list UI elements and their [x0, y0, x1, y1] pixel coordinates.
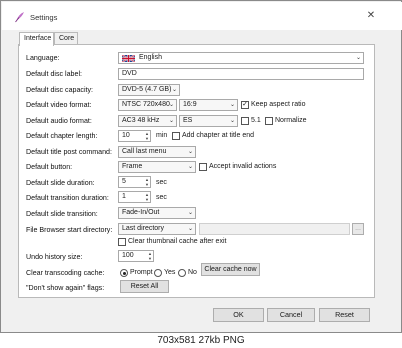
close-icon[interactable]: ✕: [364, 9, 378, 23]
audio-format-label: Default audio format:: [26, 117, 92, 125]
file-browser-path-input: [199, 223, 350, 235]
slide-duration-spinner[interactable]: 5 ▲ ▼: [118, 176, 151, 188]
language-value: English: [139, 54, 162, 61]
default-button-select[interactable]: Frame ⌄: [118, 161, 196, 173]
tab-interface[interactable]: Interface: [19, 32, 54, 46]
undo-history-value: 100: [122, 252, 134, 259]
title-post-command-label: Default title post command:: [26, 148, 112, 156]
yes-radio[interactable]: [154, 269, 162, 277]
slide-duration-unit: sec: [156, 179, 167, 186]
audio-language-select[interactable]: ES ⌄: [179, 115, 238, 127]
reset-all-button[interactable]: Reset All: [120, 280, 169, 293]
undo-history-label: Undo history size:: [26, 253, 83, 261]
chapter-length-label: Default chapter length:: [26, 132, 98, 140]
app-feather-icon: [15, 12, 24, 23]
undo-history-spinner[interactable]: 100 ▲ ▼: [118, 250, 154, 262]
file-browser-label: File Browser start directory:: [26, 226, 113, 234]
title-post-command-select[interactable]: Call last menu ⌄: [118, 146, 196, 158]
image-size-caption: 703x581 27kb PNG: [0, 333, 402, 348]
disc-label-label: Default disc label:: [26, 70, 82, 78]
spin-down-icon[interactable]: ▼: [145, 182, 149, 187]
title-bar: Settings ✕: [2, 2, 402, 30]
aspect-ratio-select[interactable]: 16:9 ⌄: [179, 99, 238, 111]
slide-transition-label: Default slide transition:: [26, 210, 98, 218]
default-button-value: Frame: [122, 163, 143, 170]
disc-label-input[interactable]: DVD: [118, 68, 364, 80]
chevron-down-icon: ⌄: [229, 102, 235, 108]
spin-down-icon[interactable]: ▼: [145, 136, 149, 141]
uk-flag-icon: [122, 55, 135, 62]
file-browser-select[interactable]: Last directory ⌄: [118, 223, 196, 235]
no-radio[interactable]: [178, 269, 186, 277]
chevron-down-icon: ⌄: [229, 118, 235, 124]
normalize-checkbox[interactable]: [265, 117, 273, 125]
chevron-down-icon: ⌄: [187, 149, 193, 155]
transition-duration-label: Default transition duration:: [26, 194, 109, 202]
slide-duration-label: Default slide duration:: [26, 179, 95, 187]
video-format-label: Default video format:: [26, 101, 92, 109]
add-chapter-checkbox[interactable]: [172, 132, 180, 140]
slide-duration-value: 5: [122, 178, 126, 185]
default-button-label: Default button:: [26, 163, 73, 171]
video-format-select[interactable]: NTSC 720x480 ⌄: [118, 99, 177, 111]
language-label: Language:: [26, 54, 60, 62]
window-title: Settings: [30, 13, 58, 22]
prompt-radio[interactable]: [120, 269, 128, 277]
cancel-button[interactable]: Cancel: [267, 308, 315, 322]
keep-aspect-label: Keep aspect ratio: [251, 101, 306, 108]
ok-button[interactable]: OK: [213, 308, 264, 322]
dont-show-again-label: "Don't show again" flags:: [26, 284, 105, 292]
surround-label: 5.1: [251, 117, 261, 124]
reset-button[interactable]: Reset: [319, 308, 370, 322]
chapter-length-spinner[interactable]: 10 ▲ ▼: [118, 130, 151, 142]
disc-capacity-label: Default disc capacity:: [26, 86, 94, 94]
transition-duration-value: 1: [122, 193, 126, 200]
transition-duration-spinner[interactable]: 1 ▲ ▼: [118, 191, 151, 203]
audio-format-value: AC3 48 kHz: [122, 117, 160, 124]
accept-invalid-label: Accept invalid actions: [209, 163, 277, 170]
language-select[interactable]: English ⌄: [118, 52, 364, 64]
file-browser-value: Last directory: [122, 225, 165, 232]
video-format-value: NTSC 720x480: [122, 101, 170, 108]
add-chapter-label: Add chapter at title end: [182, 132, 254, 139]
settings-window: Settings ✕ Interface Core Language: Engl…: [0, 0, 402, 333]
clear-cache-now-button[interactable]: Clear cache now: [201, 263, 260, 276]
aspect-ratio-value: 16:9: [183, 101, 197, 108]
chevron-down-icon: ⌄: [187, 210, 193, 216]
chapter-length-unit: min: [156, 132, 168, 139]
no-radio-label: No: [188, 269, 197, 276]
chevron-down-icon: ⌄: [168, 118, 174, 124]
disc-capacity-value: DVD-5 (4.7 GB): [122, 86, 172, 93]
keep-aspect-checkbox[interactable]: ✓: [241, 101, 249, 109]
spin-down-icon[interactable]: ▼: [148, 256, 152, 261]
chevron-down-icon: ⌄: [187, 164, 193, 170]
prompt-radio-label: Prompt: [130, 269, 153, 276]
chevron-down-icon: ⌄: [355, 55, 361, 61]
transition-duration-unit: sec: [156, 194, 167, 201]
slide-transition-value: Fade-In/Out: [122, 209, 160, 216]
disc-capacity-select[interactable]: DVD-5 (4.7 GB) ⌄: [118, 84, 180, 96]
surround-checkbox[interactable]: [241, 117, 249, 125]
slide-transition-select[interactable]: Fade-In/Out ⌄: [118, 207, 196, 219]
clear-thumbnail-cache-label: Clear thumbnail cache after exit: [128, 238, 227, 245]
disc-label-value: DVD: [122, 70, 137, 77]
yes-radio-label: Yes: [164, 269, 176, 276]
chapter-length-value: 10: [122, 132, 130, 139]
title-post-command-value: Call last menu: [122, 148, 167, 155]
audio-language-value: ES: [183, 117, 193, 124]
audio-format-select[interactable]: AC3 48 kHz ⌄: [118, 115, 177, 127]
browse-button[interactable]: ...: [352, 223, 364, 235]
chevron-down-icon: ⌄: [168, 102, 174, 108]
normalize-label: Normalize: [275, 117, 307, 124]
chevron-down-icon: ⌄: [171, 87, 177, 93]
clear-thumbnail-cache-checkbox[interactable]: [118, 238, 126, 246]
accept-invalid-checkbox[interactable]: [199, 163, 207, 171]
transcoding-cache-label: Clear transcoding cache:: [26, 269, 105, 277]
spin-down-icon[interactable]: ▼: [145, 197, 149, 202]
chevron-down-icon: ⌄: [187, 226, 193, 232]
